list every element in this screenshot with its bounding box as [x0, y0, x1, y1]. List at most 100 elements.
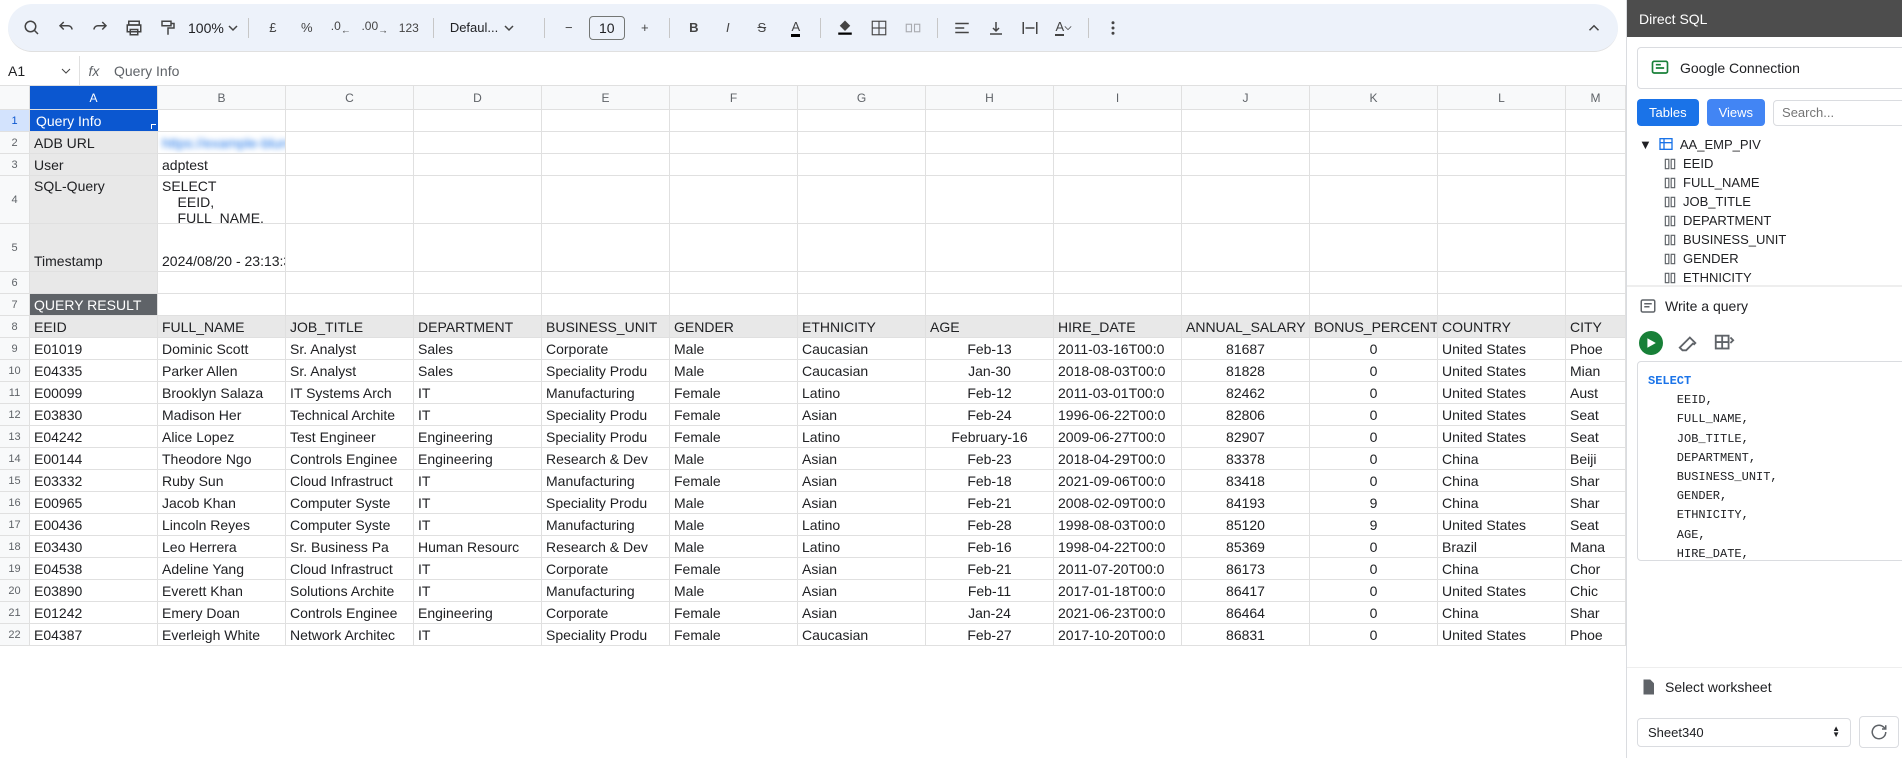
cell[interactable]: Computer Syste — [286, 492, 414, 513]
cell[interactable]: IT — [414, 404, 542, 425]
cell[interactable]: 1996-06-22T00:0 — [1054, 404, 1182, 425]
cell[interactable]: Latino — [798, 426, 926, 447]
cell[interactable]: 0 — [1310, 536, 1438, 557]
cell[interactable]: Leo Herrera — [158, 536, 286, 557]
cell[interactable]: 0 — [1310, 558, 1438, 579]
strikethrough-button[interactable]: S — [748, 14, 776, 42]
row-header[interactable]: 12 — [0, 404, 30, 425]
cell[interactable] — [1054, 132, 1182, 153]
cell[interactable]: Seat — [1566, 426, 1626, 447]
cell[interactable] — [414, 224, 542, 271]
cell[interactable]: Female — [670, 426, 798, 447]
cell[interactable]: Corporate — [542, 558, 670, 579]
cell[interactable] — [798, 294, 926, 315]
cell[interactable] — [542, 294, 670, 315]
cell[interactable]: Jan-30 — [926, 360, 1054, 381]
column-header[interactable]: F — [670, 86, 798, 109]
cell[interactable]: Speciality Produ — [542, 492, 670, 513]
cell[interactable]: Sr. Business Pa — [286, 536, 414, 557]
cell[interactable] — [1182, 224, 1310, 271]
cell[interactable]: Alice Lopez — [158, 426, 286, 447]
cell[interactable]: Asian — [798, 602, 926, 623]
cell[interactable]: IT — [414, 624, 542, 645]
cell[interactable]: Caucasian — [798, 360, 926, 381]
cell[interactable]: 2024/08/20 - 23:13:38 — [158, 224, 286, 271]
number-format-button[interactable]: 123 — [395, 14, 423, 42]
cell[interactable]: Mana — [1566, 536, 1626, 557]
cell[interactable]: 2017-01-18T00:0 — [1054, 580, 1182, 601]
cell[interactable]: IT — [414, 382, 542, 403]
row-header[interactable]: 2 — [0, 132, 30, 153]
cell[interactable]: E00965 — [30, 492, 158, 513]
cell[interactable]: Manufacturing — [542, 514, 670, 535]
cell[interactable]: United States — [1438, 624, 1566, 645]
column-title[interactable]: FULL_NAME — [158, 316, 286, 337]
cell[interactable]: 2018-08-03T00:0 — [1054, 360, 1182, 381]
wrap-button[interactable] — [1016, 14, 1044, 42]
cell[interactable] — [158, 294, 286, 315]
font-select[interactable]: Defaul... — [444, 20, 534, 35]
cell[interactable]: IT — [414, 580, 542, 601]
cell[interactable]: 0 — [1310, 426, 1438, 447]
redo-icon[interactable] — [86, 14, 114, 42]
tables-tab[interactable]: Tables — [1637, 99, 1699, 126]
tree-column[interactable]: GENDER — [1633, 249, 1902, 268]
cell[interactable]: 2021-06-23T00:0 — [1054, 602, 1182, 623]
cell[interactable] — [286, 224, 414, 271]
cell[interactable]: February-16 — [926, 426, 1054, 447]
column-header[interactable]: E — [542, 86, 670, 109]
cell[interactable] — [926, 294, 1054, 315]
cell[interactable]: Feb-21 — [926, 492, 1054, 513]
column-title[interactable]: CITY — [1566, 316, 1626, 337]
cell[interactable]: Cloud Infrastruct — [286, 470, 414, 491]
cell[interactable]: 2011-07-20T00:0 — [1054, 558, 1182, 579]
currency-button[interactable]: £ — [259, 14, 287, 42]
cell[interactable]: 85369 — [1182, 536, 1310, 557]
column-title[interactable]: DEPARTMENT — [414, 316, 542, 337]
cell[interactable]: Male — [670, 514, 798, 535]
cell[interactable] — [414, 110, 542, 131]
cell[interactable]: 84193 — [1182, 492, 1310, 513]
erase-icon[interactable] — [1677, 332, 1699, 354]
cell[interactable] — [1054, 294, 1182, 315]
cell[interactable] — [1310, 272, 1438, 293]
tree-column[interactable]: ETHNICITY — [1633, 268, 1902, 286]
cell[interactable]: User — [30, 154, 158, 175]
fill-color-button[interactable] — [831, 14, 859, 42]
cell[interactable]: Emery Doan — [158, 602, 286, 623]
cell[interactable]: 83418 — [1182, 470, 1310, 491]
cell[interactable] — [542, 154, 670, 175]
cell[interactable] — [286, 176, 414, 223]
cell[interactable]: Male — [670, 580, 798, 601]
cell[interactable] — [1566, 224, 1626, 271]
row-header[interactable]: 13 — [0, 426, 30, 447]
cell[interactable]: Everett Khan — [158, 580, 286, 601]
cell[interactable]: Feb-28 — [926, 514, 1054, 535]
connection-select[interactable]: Google Connection — [1637, 47, 1902, 89]
cell[interactable]: QUERY RESULT — [30, 294, 158, 315]
cell[interactable]: Caucasian — [798, 338, 926, 359]
cell[interactable] — [670, 272, 798, 293]
cell[interactable]: E03830 — [30, 404, 158, 425]
cell[interactable]: Mian — [1566, 360, 1626, 381]
cell[interactable]: Feb-24 — [926, 404, 1054, 425]
cell[interactable] — [798, 110, 926, 131]
cell[interactable] — [1566, 176, 1626, 223]
more-icon[interactable] — [1099, 14, 1127, 42]
cell[interactable] — [414, 154, 542, 175]
cell[interactable]: E00436 — [30, 514, 158, 535]
column-header[interactable]: J — [1182, 86, 1310, 109]
cell[interactable] — [670, 110, 798, 131]
cell[interactable]: Asian — [798, 580, 926, 601]
run-query-button[interactable] — [1639, 331, 1663, 355]
cell[interactable]: China — [1438, 492, 1566, 513]
cell[interactable]: 2009-06-27T00:0 — [1054, 426, 1182, 447]
cell[interactable]: Feb-12 — [926, 382, 1054, 403]
cell[interactable]: IT — [414, 514, 542, 535]
column-title[interactable]: ETHNICITY — [798, 316, 926, 337]
cell[interactable] — [1438, 110, 1566, 131]
cell[interactable] — [1438, 224, 1566, 271]
cell[interactable] — [158, 272, 286, 293]
cell[interactable] — [542, 110, 670, 131]
cell[interactable]: Shar — [1566, 602, 1626, 623]
